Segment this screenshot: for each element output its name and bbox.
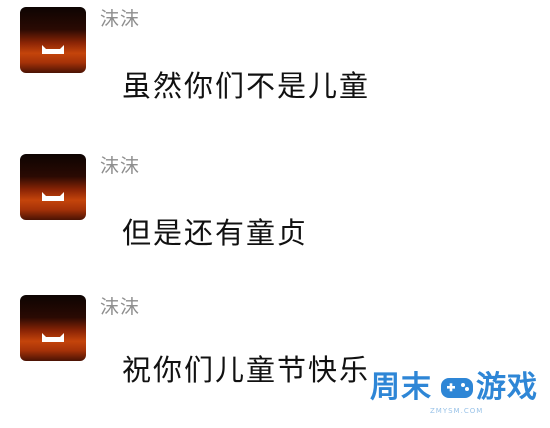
cat-ears-icon xyxy=(42,333,64,342)
watermark-url: ZMYSM.COM xyxy=(430,407,484,415)
avatar[interactable] xyxy=(20,295,86,361)
message-text: 虽然你们不是儿童 xyxy=(122,69,371,103)
watermark-right-text: 游戏 xyxy=(476,370,538,405)
sender-name: 沫沫 xyxy=(100,296,141,318)
sender-name: 沫沫 xyxy=(100,8,141,30)
gamepad-icon xyxy=(440,374,474,402)
sender-name: 沫沫 xyxy=(100,155,141,177)
watermark-logo: 周末 游戏 ZMYSM.COM xyxy=(370,368,545,420)
avatar[interactable] xyxy=(20,7,86,73)
chat-message: 沫沫 虽然你们不是儿童 xyxy=(0,0,550,140)
avatar[interactable] xyxy=(20,154,86,220)
cat-ears-icon xyxy=(42,45,64,54)
watermark-left-text: 周末 xyxy=(370,370,432,405)
chat-message: 沫沫 但是还有童贞 xyxy=(0,147,550,287)
chat-thread: 沫沫 虽然你们不是儿童 沫沫 但是还有童贞 沫沫 祝你们儿童节快乐 xyxy=(0,0,550,424)
message-text: 但是还有童贞 xyxy=(122,216,309,250)
cat-ears-icon xyxy=(42,192,64,201)
message-text: 祝你们儿童节快乐 xyxy=(122,353,371,387)
